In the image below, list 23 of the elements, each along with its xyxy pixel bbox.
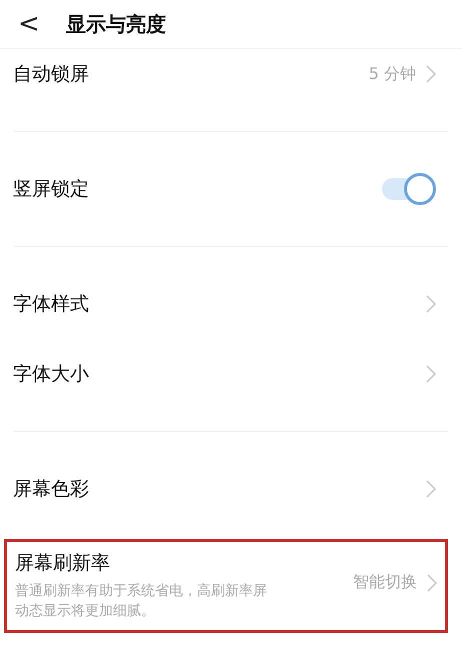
row-label: 字体大小 bbox=[13, 362, 90, 387]
chevron-right-icon bbox=[426, 295, 436, 313]
settings-row[interactable]: 屏幕色彩 bbox=[0, 454, 462, 524]
page-title: 显示与亮度 bbox=[66, 10, 166, 38]
row-description: 动态显示将更加细腻。 bbox=[15, 602, 156, 620]
chevron-right-icon bbox=[426, 65, 436, 83]
highlight-frame[interactable]: 屏幕刷新率 普通刷新率有助于系统省电，高刷新率屏 动态显示将更加细腻。 智能切换 bbox=[4, 539, 448, 633]
chevron-right-icon bbox=[426, 480, 436, 498]
chevron-right-icon bbox=[426, 365, 436, 383]
back-button[interactable]: < bbox=[18, 11, 40, 37]
row-value: 智能切换 bbox=[353, 572, 417, 593]
row-value: 5 分钟 bbox=[368, 64, 416, 84]
row-label: 屏幕色彩 bbox=[13, 477, 90, 502]
row-label: 字体样式 bbox=[13, 292, 90, 317]
chevron-right-icon bbox=[427, 574, 437, 592]
row-label: 屏幕刷新率 bbox=[15, 551, 111, 576]
row-description: 普通刷新率有助于系统省电，高刷新率屏 bbox=[15, 582, 268, 600]
settings-row[interactable]: 自动锁屏 5 分钟 bbox=[0, 39, 462, 109]
settings-row[interactable]: 字体样式 bbox=[0, 269, 462, 339]
settings-row[interactable]: 字体大小 bbox=[0, 339, 462, 409]
row-label: 自动锁屏 bbox=[13, 62, 90, 87]
toggle-switch[interactable] bbox=[382, 173, 436, 205]
row-label: 竖屏锁定 bbox=[13, 177, 90, 202]
